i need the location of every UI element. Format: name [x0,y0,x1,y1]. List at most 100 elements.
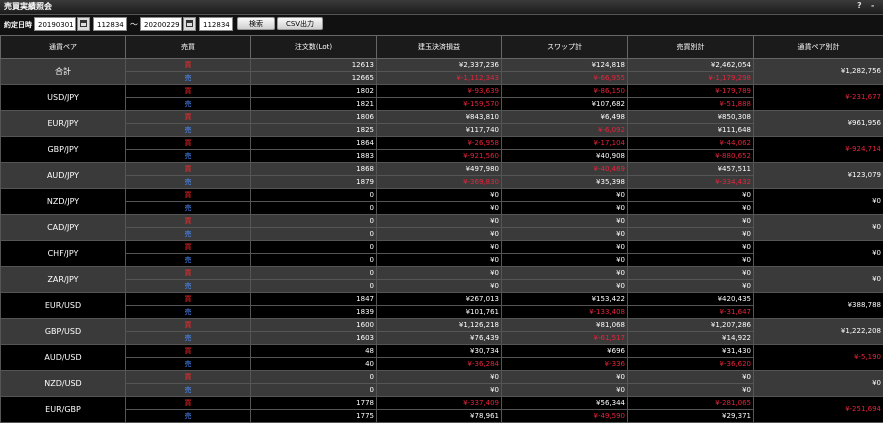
table-row[interactable]: 合計買12613¥2,337,236¥124,818¥2,462,054¥1,2… [1,59,883,72]
settlement-pl-cell: ¥267,013 [377,293,502,306]
table-row[interactable]: ZAR/JPY買0¥0¥0¥0¥0 [1,267,883,280]
to-calendar-icon[interactable] [183,17,196,31]
help-icon[interactable]: ? [857,1,862,10]
table-row[interactable]: USD/JPY買1802¥-93,639¥-86,150¥-179,789¥-2… [1,85,883,98]
to-time-input[interactable]: 112834 [199,17,233,31]
table-row[interactable]: 売1879¥-369,830¥35,398¥-334,432 [1,176,883,189]
table-row[interactable]: GBP/JPY買1864¥-26,958¥-17,104¥-44,062¥-92… [1,137,883,150]
table-row[interactable]: 売1839¥101,761¥-133,408¥-31,647 [1,306,883,319]
table-row[interactable]: AUD/USD買48¥30,734¥696¥31,430¥-5,190 [1,345,883,358]
side-sell-cell: 売 [126,202,251,215]
swap-cell: ¥0 [502,202,628,215]
csv-export-button[interactable]: CSV出力 [277,17,323,30]
currency-pair-cell: EUR/GBP [1,397,126,423]
swap-cell: ¥-40,469 [502,163,628,176]
lots-cell: 0 [251,241,377,254]
settlement-pl-cell: ¥-921,560 [377,150,502,163]
minimize-icon[interactable]: - [871,1,874,10]
to-date-input[interactable]: 20200229 [140,17,182,31]
header-swap-total[interactable]: スワップ計 [502,36,628,59]
settlement-pl-cell: ¥76,439 [377,332,502,345]
side-sell-cell: 売 [126,150,251,163]
lots-cell: 0 [251,267,377,280]
header-currency-pair[interactable]: 通貨ペア [1,36,126,59]
swap-cell: ¥0 [502,228,628,241]
table-row[interactable]: NZD/USD買0¥0¥0¥0¥0 [1,371,883,384]
settlement-pl-cell: ¥-36,284 [377,358,502,371]
currency-pair-cell: AUD/JPY [1,163,126,189]
settlement-pl-cell: ¥0 [377,189,502,202]
table-row[interactable]: 売1825¥117,740¥-6,092¥111,648 [1,124,883,137]
table-row[interactable]: EUR/JPY買1806¥843,810¥6,498¥850,308¥961,9… [1,111,883,124]
header-pair-total[interactable]: 通貨ペア別計 [754,36,883,59]
side-buy-cell: 買 [126,137,251,150]
currency-pair-cell: CAD/JPY [1,215,126,241]
side-total-cell: ¥-334,432 [628,176,754,189]
currency-pair-cell: GBP/USD [1,319,126,345]
table-row[interactable]: NZD/JPY買0¥0¥0¥0¥0 [1,189,883,202]
header-lots[interactable]: 注文数(Lot) [251,36,377,59]
table-row[interactable]: 売0¥0¥0¥0 [1,384,883,397]
side-total-cell: ¥-36,620 [628,358,754,371]
side-total-cell: ¥-31,647 [628,306,754,319]
table-row[interactable]: 売0¥0¥0¥0 [1,254,883,267]
search-button[interactable]: 検索 [237,17,275,30]
swap-cell: ¥-66,955 [502,72,628,85]
lots-cell: 0 [251,371,377,384]
lots-cell: 1806 [251,111,377,124]
lots-cell: 12613 [251,59,377,72]
lots-cell: 0 [251,254,377,267]
pair-total-cell: ¥-251,694 [754,397,883,423]
lots-cell: 40 [251,358,377,371]
lots-cell: 1864 [251,137,377,150]
pair-total-cell: ¥961,956 [754,111,883,137]
side-total-cell: ¥-281,065 [628,397,754,410]
side-total-cell: ¥14,922 [628,332,754,345]
table-row[interactable]: 売0¥0¥0¥0 [1,228,883,241]
pair-total-cell: ¥-231,677 [754,85,883,111]
pair-total-cell: ¥1,222,208 [754,319,883,345]
side-buy-cell: 買 [126,319,251,332]
header-side[interactable]: 売買 [126,36,251,59]
from-date-input[interactable]: 20190301 [34,17,76,31]
currency-pair-cell: NZD/JPY [1,189,126,215]
side-total-cell: ¥-1,179,298 [628,72,754,85]
side-total-cell: ¥0 [628,267,754,280]
table-row[interactable]: CAD/JPY買0¥0¥0¥0¥0 [1,215,883,228]
side-total-cell: ¥-44,062 [628,137,754,150]
from-time-input[interactable]: 112834 [93,17,127,31]
swap-cell: ¥-49,590 [502,410,628,423]
pair-total-cell: ¥388,788 [754,293,883,319]
table-row[interactable]: CHF/JPY買0¥0¥0¥0¥0 [1,241,883,254]
side-total-cell: ¥0 [628,371,754,384]
table-row[interactable]: 売1775¥78,961¥-49,590¥29,371 [1,410,883,423]
table-row[interactable]: 売1883¥-921,560¥40,908¥-880,652 [1,150,883,163]
table-row[interactable]: 売12665¥-1,112,343¥-66,955¥-1,179,298 [1,72,883,85]
side-sell-cell: 売 [126,306,251,319]
header-side-total[interactable]: 売買別計 [628,36,754,59]
table-row[interactable]: 売40¥-36,284¥-336¥-36,620 [1,358,883,371]
table-row[interactable]: EUR/GBP買1778¥-337,409¥56,344¥-281,065¥-2… [1,397,883,410]
lots-cell: 0 [251,228,377,241]
settlement-pl-cell: ¥-93,639 [377,85,502,98]
table-row[interactable]: GBP/USD買1600¥1,126,218¥81,068¥1,207,286¥… [1,319,883,332]
side-total-cell: ¥0 [628,189,754,202]
swap-cell: ¥6,498 [502,111,628,124]
settlement-pl-cell: ¥0 [377,267,502,280]
from-calendar-icon[interactable] [77,17,90,31]
table-row[interactable]: AUD/JPY買1868¥497,980¥-40,469¥457,511¥123… [1,163,883,176]
swap-cell: ¥-17,104 [502,137,628,150]
header-settlement-pl[interactable]: 建玉決済損益 [377,36,502,59]
table-row[interactable]: 売0¥0¥0¥0 [1,202,883,215]
table-row[interactable]: 売1603¥76,439¥-61,517¥14,922 [1,332,883,345]
currency-pair-cell: GBP/JPY [1,137,126,163]
settlement-pl-cell: ¥0 [377,280,502,293]
swap-cell: ¥0 [502,189,628,202]
table-row[interactable]: EUR/USD買1847¥267,013¥153,422¥420,435¥388… [1,293,883,306]
side-sell-cell: 売 [126,384,251,397]
swap-cell: ¥-86,150 [502,85,628,98]
table-row[interactable]: 売1821¥-159,570¥107,682¥-51,888 [1,98,883,111]
side-total-cell: ¥0 [628,280,754,293]
table-row[interactable]: 売0¥0¥0¥0 [1,280,883,293]
settlement-pl-cell: ¥-1,112,343 [377,72,502,85]
